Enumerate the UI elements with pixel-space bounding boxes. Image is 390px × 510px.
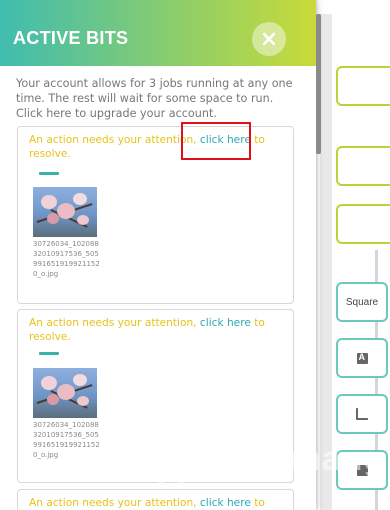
text-icon bbox=[356, 352, 368, 364]
crop-icon bbox=[356, 408, 368, 420]
canvas-node[interactable] bbox=[336, 204, 390, 244]
active-bits-panel: ACTIVE BITS × Your account allows for 3 … bbox=[0, 0, 316, 510]
image-thumbnail[interactable] bbox=[33, 368, 97, 418]
resolve-link[interactable]: click here bbox=[200, 497, 251, 509]
attention-text: An action needs your attention, bbox=[29, 134, 197, 146]
account-info-text: Your account allows for 3 jobs running a… bbox=[16, 77, 293, 120]
canvas-node[interactable] bbox=[336, 66, 390, 106]
status-indicator bbox=[39, 172, 59, 175]
attention-suffix: to bbox=[254, 497, 265, 509]
file-name: 30726034_10208832010917536_5059916519199… bbox=[33, 421, 100, 459]
attention-message: An action needs your attention, click he… bbox=[29, 316, 279, 344]
attention-text: An action needs your attention, bbox=[29, 497, 197, 509]
close-button[interactable]: × bbox=[252, 22, 286, 56]
crop-tool-button[interactable] bbox=[336, 394, 388, 434]
attention-text: An action needs your attention, bbox=[29, 317, 197, 329]
square-tool-button[interactable]: Square bbox=[336, 282, 388, 322]
watermark-logo-icon bbox=[150, 445, 192, 487]
panel-header: ACTIVE BITS × bbox=[0, 0, 316, 66]
watermark-text: uantrimang bbox=[190, 440, 386, 478]
highlight-annotation bbox=[181, 122, 251, 160]
attention-message: An action needs your attention, click he… bbox=[29, 496, 279, 510]
panel-title: ACTIVE BITS bbox=[13, 28, 129, 48]
canvas-gutter bbox=[320, 14, 332, 510]
panel-scrollbar[interactable] bbox=[316, 14, 321, 154]
text-tool-button[interactable] bbox=[336, 338, 388, 378]
job-card: An action needs your attention, click he… bbox=[17, 126, 294, 304]
close-icon: × bbox=[259, 26, 279, 52]
job-card: An action needs your attention, click he… bbox=[17, 489, 294, 510]
file-name: 30726034_10208832010917536_5059916519199… bbox=[33, 240, 100, 278]
image-thumbnail[interactable] bbox=[33, 187, 97, 237]
resolve-link[interactable]: click here bbox=[200, 317, 251, 329]
status-indicator bbox=[39, 352, 59, 355]
canvas-node[interactable] bbox=[336, 146, 390, 186]
square-tool-label: Square bbox=[345, 296, 379, 308]
